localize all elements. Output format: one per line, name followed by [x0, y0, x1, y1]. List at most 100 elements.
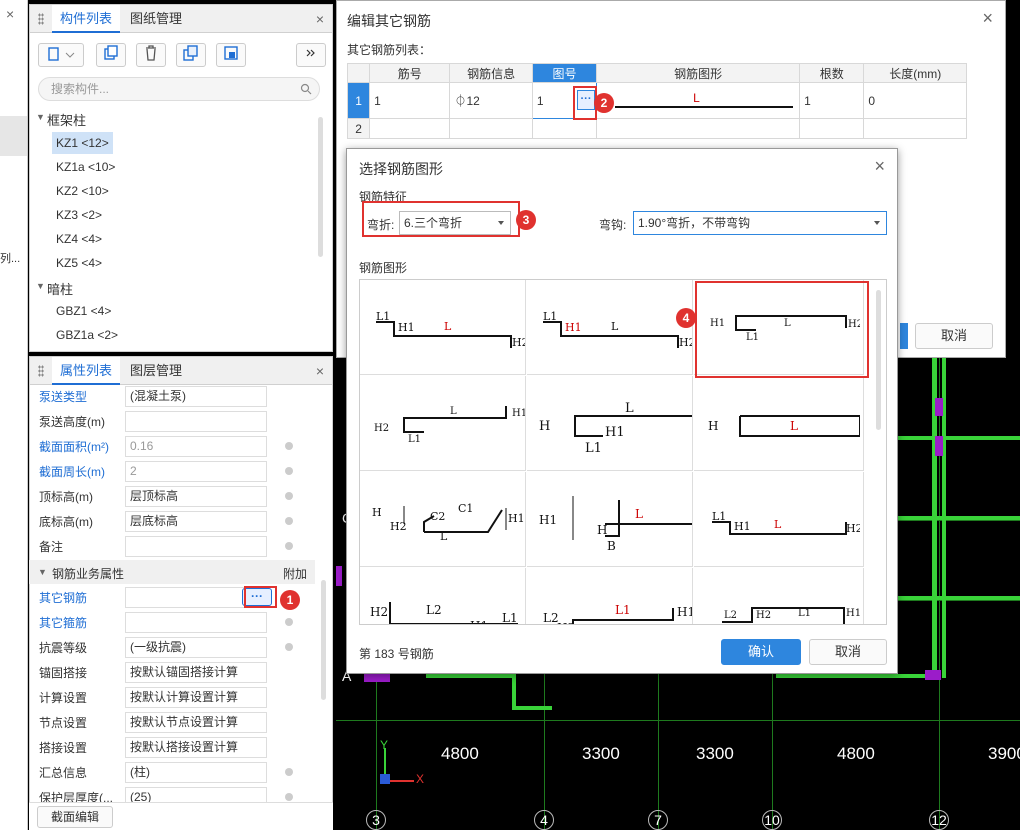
section-header[interactable]: ▼ 钢筋业务属性 附加: [29, 560, 315, 584]
cell-info[interactable]: ⏀12: [449, 82, 533, 119]
copy-button[interactable]: [96, 43, 126, 67]
shape-cell[interactable]: L H H1 L1: [527, 376, 693, 471]
property-row[interactable]: 抗震等级 (一级抗震): [29, 635, 315, 660]
section-edit-button[interactable]: 截面编辑: [37, 806, 113, 828]
property-value[interactable]: 按默认计算设置计算: [125, 687, 267, 708]
tab-property-list[interactable]: 属性列表: [52, 357, 121, 385]
expand-button[interactable]: [296, 43, 326, 67]
tree-item[interactable]: KZ1a <10>: [52, 156, 119, 178]
property-value[interactable]: 2: [125, 461, 267, 482]
property-value[interactable]: (柱): [125, 762, 267, 783]
property-row[interactable]: 泵送类型 (混凝土泵): [29, 384, 315, 409]
property-row[interactable]: 节点设置 按默认节点设置计算: [29, 710, 315, 735]
shape-cell[interactable]: H2 L2 L1 H1: [360, 568, 526, 624]
cell-no[interactable]: 1: [369, 82, 451, 119]
shape-cell[interactable]: H1 H L B: [527, 472, 693, 567]
property-value[interactable]: (一级抗震): [125, 637, 267, 658]
copy-to-floor-button[interactable]: [176, 43, 206, 67]
property-value[interactable]: (混凝土泵): [125, 386, 267, 407]
property-value[interactable]: 按默认节点设置计算: [125, 712, 267, 733]
tree-item[interactable]: KZ1 <12>: [52, 132, 113, 154]
collapse-icon[interactable]: ▼: [36, 112, 45, 122]
shape-cell[interactable]: L H1 H2 L1: [360, 376, 526, 471]
row-index[interactable]: 1: [346, 82, 371, 119]
property-value[interactable]: [125, 411, 267, 432]
scrollbar[interactable]: [876, 290, 881, 430]
left-strip-selection[interactable]: [0, 116, 27, 156]
property-row[interactable]: 泵送高度(m): [29, 409, 315, 434]
cell-no[interactable]: [369, 118, 451, 139]
cell-info[interactable]: [449, 118, 533, 139]
tab-layer-management[interactable]: 图层管理: [122, 357, 190, 385]
scrollbar[interactable]: [318, 117, 323, 257]
tree-group-frame-column[interactable]: 框架柱: [47, 110, 86, 129]
property-row[interactable]: 计算设置 按默认计算设置计算: [29, 685, 315, 710]
tree-group-hidden-column[interactable]: 暗柱: [47, 279, 73, 298]
shape-cell[interactable]: L1H1LH2: [527, 280, 693, 375]
cell-length[interactable]: 0: [863, 82, 967, 119]
cell-count[interactable]: [799, 118, 865, 139]
property-value[interactable]: 层底标高: [125, 511, 267, 532]
property-value[interactable]: 0.16: [125, 436, 267, 457]
scrollbar[interactable]: [321, 580, 326, 700]
cell-count[interactable]: 1: [799, 82, 865, 119]
tab-component-list[interactable]: 构件列表: [52, 5, 121, 33]
confirm-button[interactable]: 确认: [721, 639, 801, 665]
cell-shape[interactable]: [596, 118, 801, 139]
tree-item[interactable]: KZ4 <4>: [52, 228, 106, 250]
close-icon[interactable]: ×: [316, 363, 324, 379]
close-icon[interactable]: ×: [6, 6, 14, 22]
property-row[interactable]: 顶标高(m) 层顶标高: [29, 484, 315, 509]
shape-cell[interactable]: H H2 C2 C1 L H1: [360, 472, 526, 567]
cell-shape[interactable]: L: [596, 82, 801, 119]
lock-dot-icon[interactable]: [285, 492, 293, 500]
grip-icon[interactable]: [38, 365, 44, 377]
new-component-button[interactable]: [38, 43, 84, 67]
lock-dot-icon[interactable]: [285, 517, 293, 525]
property-value[interactable]: [125, 612, 267, 633]
cancel-button[interactable]: 取消: [915, 323, 993, 349]
close-icon[interactable]: ×: [316, 11, 324, 27]
tree-item[interactable]: GBZ1 <4>: [52, 300, 115, 322]
row-index[interactable]: 2: [346, 118, 371, 139]
close-icon[interactable]: ×: [874, 156, 885, 177]
property-value[interactable]: 按默认搭接设置计算: [125, 737, 267, 758]
confirm-button-edge[interactable]: [900, 323, 908, 349]
collapse-icon[interactable]: ▼: [36, 281, 45, 291]
lock-dot-icon[interactable]: [285, 793, 293, 801]
cell-figure[interactable]: [531, 118, 598, 139]
tree-item[interactable]: GBZ1a <2>: [52, 324, 122, 346]
table-row[interactable]: 2: [346, 118, 967, 139]
property-row[interactable]: 截面面积(m²) 0.16: [29, 434, 315, 459]
property-value[interactable]: 层顶标高: [125, 486, 267, 507]
shape-cell[interactable]: L1H1LH2: [360, 280, 526, 375]
collapse-icon[interactable]: ▼: [38, 567, 47, 577]
tab-drawing-management[interactable]: 图纸管理: [122, 5, 190, 33]
cancel-button[interactable]: 取消: [809, 639, 887, 665]
search-icon[interactable]: [300, 83, 312, 95]
property-row[interactable]: 截面周长(m) 2: [29, 459, 315, 484]
table-row[interactable]: 1 1 ⏀12 1 L 1 0: [346, 82, 967, 119]
shape-cell[interactable]: L1H1LH2: [694, 472, 864, 567]
cell-length[interactable]: [863, 118, 967, 139]
lock-dot-icon[interactable]: [285, 542, 293, 550]
shape-cell[interactable]: L2L1H1H2: [527, 568, 693, 624]
shape-cell[interactable]: L2 H2 L1 H1: [694, 568, 864, 624]
delete-button[interactable]: [136, 43, 166, 67]
property-row[interactable]: 备注: [29, 534, 315, 559]
extract-button[interactable]: [216, 43, 246, 67]
tree-item[interactable]: KZ5 <4>: [52, 252, 106, 274]
search-input[interactable]: 搜索构件...: [38, 77, 320, 101]
lock-dot-icon[interactable]: [285, 442, 293, 450]
lock-dot-icon[interactable]: [285, 618, 293, 626]
property-row[interactable]: 锚固搭接 按默认锚固搭接计算: [29, 660, 315, 685]
tree-item[interactable]: KZ3 <2>: [52, 204, 106, 226]
property-value[interactable]: [125, 536, 267, 557]
hook-select[interactable]: 1.90°弯折，不带弯钩: [633, 211, 887, 235]
property-value[interactable]: 按默认锚固搭接计算: [125, 662, 267, 683]
lock-dot-icon[interactable]: [285, 643, 293, 651]
lock-dot-icon[interactable]: [285, 467, 293, 475]
shape-cell[interactable]: HL: [694, 376, 864, 471]
tree-item[interactable]: KZ2 <10>: [52, 180, 113, 202]
property-row[interactable]: 底标高(m) 层底标高: [29, 509, 315, 534]
